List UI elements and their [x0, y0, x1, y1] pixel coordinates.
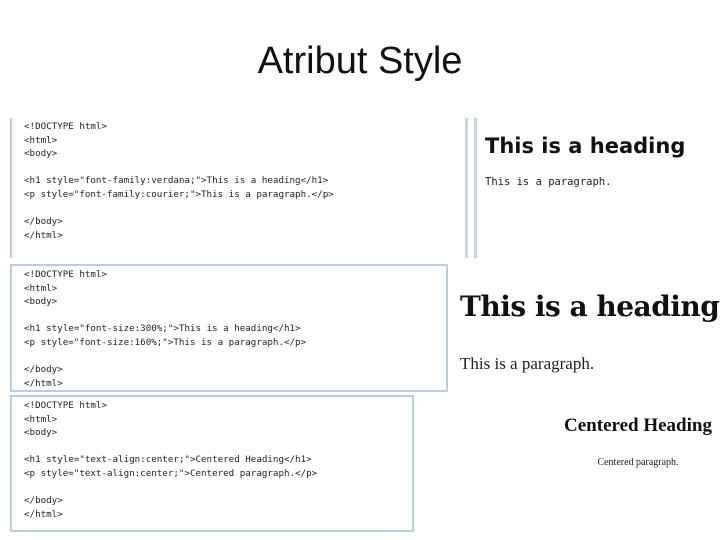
code-block: <!DOCTYPE html> <html> <body> <h1 style="fo…	[12, 118, 465, 242]
slide-title: Atribut Style	[257, 40, 463, 82]
output-panel-text-align: Centered Heading Centered paragraph.	[418, 395, 720, 532]
output-panel-font-family: This is a heading This is a paragraph.	[474, 118, 720, 258]
code-line: <body>	[24, 148, 58, 160]
code-line: </html>	[24, 377, 63, 389]
code-line: <!DOCTYPE html>	[24, 269, 107, 280]
code-line: <body>	[24, 427, 58, 439]
code-line: <!DOCTYPE html>	[24, 121, 107, 132]
code-line: <html>	[24, 413, 58, 425]
code-line: <html>	[24, 134, 58, 146]
code-line: </body>	[24, 495, 63, 507]
output-panel-font-size: This is a heading This is a paragraph.	[452, 264, 720, 392]
output-paragraph: Centered paragraph.	[597, 457, 679, 468]
code-line: <!DOCTYPE html>	[24, 400, 107, 411]
code-line: <h1 style="font-size:300%;">This is a he…	[24, 323, 301, 335]
code-line: </html>	[24, 508, 63, 520]
output-heading: Centered Heading	[564, 415, 712, 436]
code-line: <p style="text-align:center;">Centered p…	[24, 467, 318, 479]
code-line: </html>	[24, 229, 63, 241]
code-line: <p style="font-family:courier;">This is …	[24, 188, 334, 200]
code-block: <!DOCTYPE html> <html> <body> <h1 style="te…	[12, 397, 412, 521]
code-line: <body>	[24, 296, 58, 308]
code-line: <p style="font-size:160%;">This is a par…	[24, 336, 307, 348]
output-paragraph: This is a paragraph.	[460, 354, 595, 373]
code-line: <h1 style="text-align:center;">Centered …	[24, 454, 312, 466]
code-panel-font-family: <!DOCTYPE html> <html> <body> <h1 style="fo…	[10, 118, 468, 258]
code-line: </body>	[24, 364, 63, 376]
code-panel-font-size: <!DOCTYPE html> <html> <body> <h1 style="fo…	[10, 264, 448, 392]
code-block: <!DOCTYPE html> <html> <body> <h1 style="fo…	[12, 266, 446, 390]
code-panel-text-align: <!DOCTYPE html> <html> <body> <h1 style="te…	[10, 395, 414, 532]
output-heading: This is a heading	[460, 290, 720, 323]
output-paragraph: This is a paragraph.	[485, 176, 612, 188]
code-line: <html>	[24, 282, 58, 294]
code-line: <h1 style="font-family:verdana;">This is…	[24, 175, 329, 187]
code-line: </body>	[24, 216, 63, 228]
output-heading: This is a heading	[485, 134, 686, 158]
